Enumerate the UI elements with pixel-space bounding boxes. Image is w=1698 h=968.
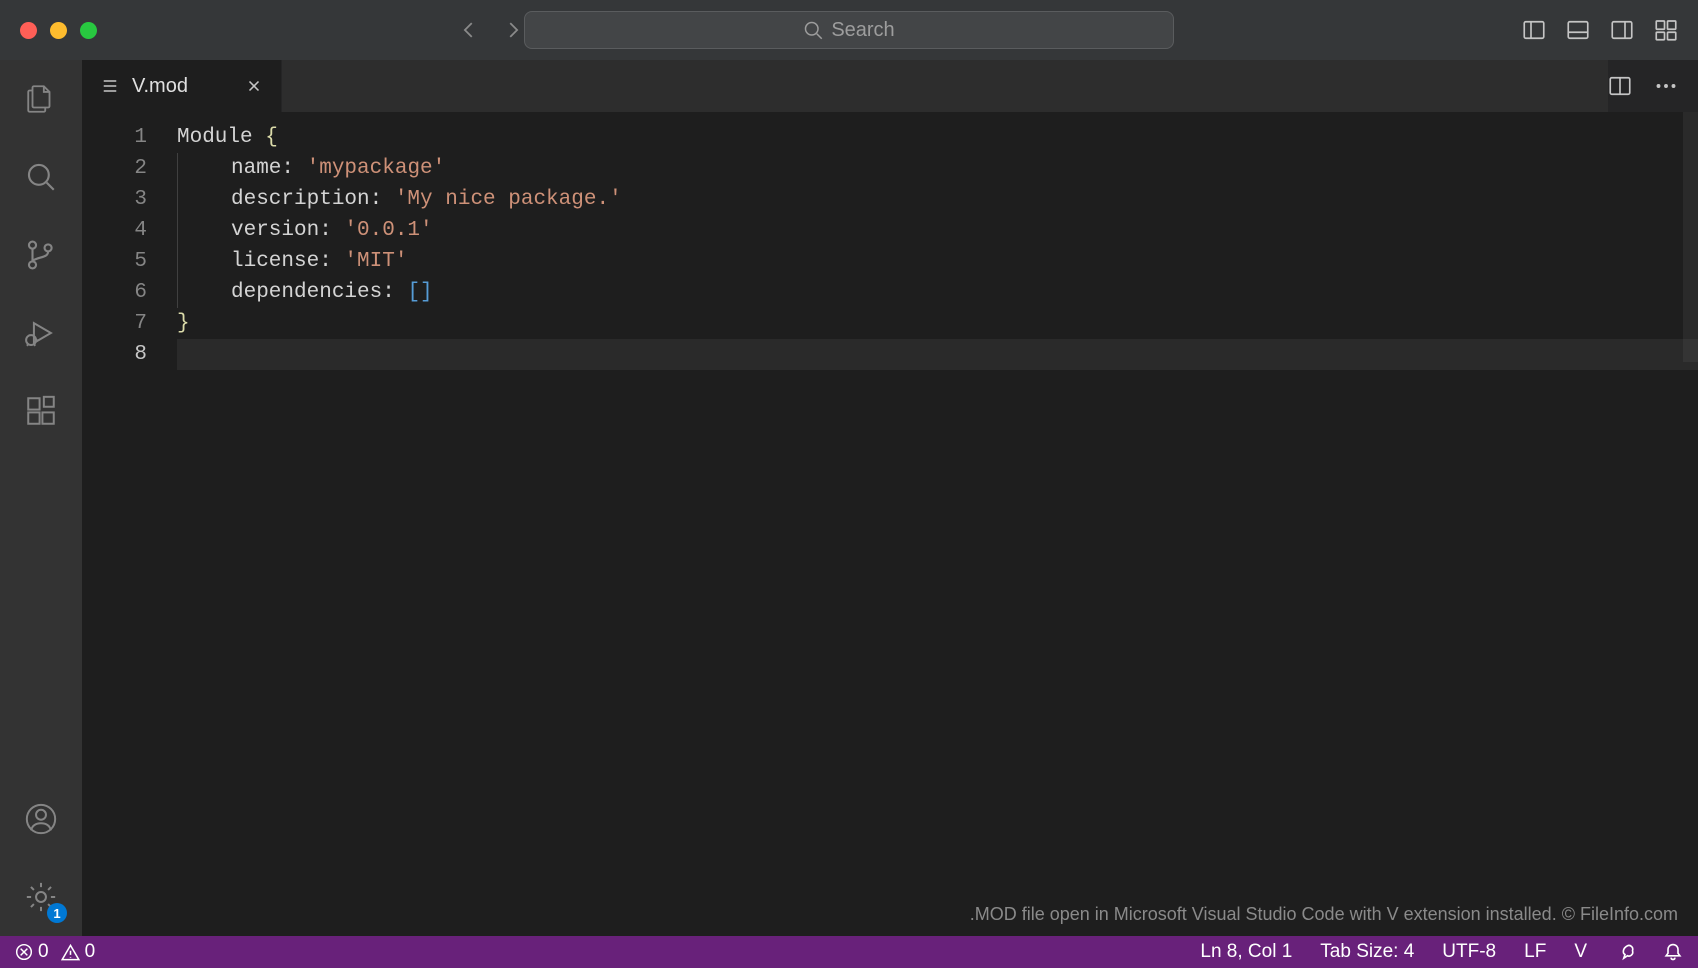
search-icon [24,160,58,194]
status-bar: 0 0 Ln 8, Col 1 Tab Size: 4 UTF-8 LF V [0,936,1698,968]
minimize-window-button[interactable] [50,22,67,39]
nav-forward-button[interactable] [501,18,525,42]
status-cursor-position[interactable]: Ln 8, Col 1 [1200,941,1292,963]
status-encoding[interactable]: UTF-8 [1442,941,1496,963]
settings-button[interactable]: 1 [17,873,65,921]
tabs-bar: V.mod [82,60,1698,112]
code-token: } [177,308,190,339]
tab-vmod[interactable]: V.mod [82,60,282,112]
line-number: 6 [82,277,147,308]
files-icon [24,82,58,116]
toggle-panel-button[interactable] [1566,18,1590,42]
code-token: Module [177,122,265,153]
ellipsis-icon [1654,74,1678,98]
minimap[interactable] [1683,112,1698,936]
line-numbers: 1 2 3 4 5 6 7 8 [82,112,177,936]
code-token: 'MIT' [344,246,407,277]
status-eol[interactable]: LF [1524,941,1546,963]
code-content[interactable]: Module { name: 'mypackage' description: … [177,112,1698,936]
search-placeholder: Search [831,19,894,42]
status-warnings[interactable]: 0 [61,941,96,963]
window-controls [20,22,97,39]
status-tab-size[interactable]: Tab Size: 4 [1320,941,1414,963]
status-notifications-button[interactable] [1663,942,1683,962]
feedback-icon [1615,942,1635,962]
status-language[interactable]: V [1574,941,1587,963]
close-window-button[interactable] [20,22,37,39]
split-icon [1608,74,1632,98]
status-errors[interactable]: 0 [15,941,49,963]
code-token: license: [231,246,344,277]
line-number: 5 [82,246,147,277]
line-number: 7 [82,308,147,339]
line-number: 2 [82,153,147,184]
line-number: 4 [82,215,147,246]
source-control-button[interactable] [17,231,65,279]
code-token: version: [231,215,344,246]
watermark-caption: .MOD file open in Microsoft Visual Studi… [970,899,1678,930]
line-number: 1 [82,122,147,153]
extensions-button[interactable] [17,387,65,435]
debug-icon [24,316,58,350]
code-token: 'mypackage' [307,153,446,184]
minimap-scrollbar-thumb[interactable] [1683,112,1698,362]
nav-back-button[interactable] [457,18,481,42]
accounts-button[interactable] [17,795,65,843]
extensions-icon [24,394,58,428]
tab-close-button[interactable] [245,77,263,95]
editor-group: V.mod 1 2 3 4 5 6 [82,60,1698,936]
toggle-primary-sidebar-button[interactable] [1522,18,1546,42]
run-debug-button[interactable] [17,309,65,357]
error-icon [15,943,33,961]
command-center-search[interactable]: Search [524,11,1174,49]
titlebar: Search [0,0,1698,60]
error-count: 0 [38,941,49,963]
code-editor[interactable]: 1 2 3 4 5 6 7 8 Module { name: 'mypackag… [82,112,1698,936]
code-token: dependencies: [231,277,407,308]
code-token: 'My nice package.' [395,184,622,215]
search-button[interactable] [17,153,65,201]
status-feedback-button[interactable] [1615,942,1635,962]
activity-bar: 1 [0,60,82,936]
search-icon [803,20,823,40]
code-token: name: [231,153,307,184]
code-token: description: [231,184,395,215]
customize-layout-button[interactable] [1654,18,1678,42]
close-icon [245,77,263,95]
account-icon [24,802,58,836]
code-token: '0.0.1' [344,215,432,246]
code-token: { [265,122,278,153]
bell-icon [1663,942,1683,962]
warning-icon [61,943,80,962]
more-actions-button[interactable] [1654,74,1678,98]
maximize-window-button[interactable] [80,22,97,39]
split-editor-button[interactable] [1608,74,1632,98]
explorer-button[interactable] [17,75,65,123]
line-number: 3 [82,184,147,215]
code-token: [] [407,277,432,308]
line-number: 8 [82,339,147,370]
file-icon [100,76,120,96]
warning-count: 0 [85,941,96,963]
settings-badge: 1 [47,903,67,923]
git-branch-icon [24,238,58,272]
toggle-secondary-sidebar-button[interactable] [1610,18,1634,42]
tab-filename: V.mod [132,75,188,98]
